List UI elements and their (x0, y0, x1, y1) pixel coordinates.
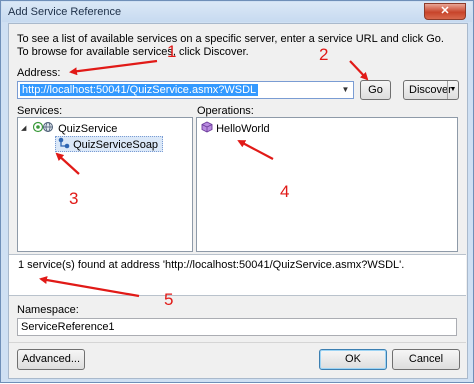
tree-item-label: QuizServiceSoap (73, 138, 159, 151)
title-bar: Add Service Reference ✕ (2, 2, 472, 22)
ok-button[interactable]: OK (319, 349, 387, 370)
namespace-input[interactable]: ServiceReference1 (17, 318, 457, 336)
tree-item-quizservice[interactable]: ◢ QuizService (21, 121, 117, 135)
discover-dropdown-chevron-icon[interactable]: ▼ (447, 81, 458, 99)
annotation-number-1: 1 (167, 42, 177, 61)
add-service-reference-window: Add Service Reference ✕ To see a list of… (0, 0, 474, 383)
status-pane: 1 service(s) found at address 'http://lo… (9, 254, 466, 296)
close-icon: ✕ (440, 5, 450, 17)
tree-item-label: QuizService (58, 122, 118, 135)
go-button[interactable]: Go (360, 80, 391, 100)
service-contract-icon (58, 137, 70, 153)
chevron-down-icon[interactable]: ▼ (339, 83, 352, 97)
tree-collapse-icon[interactable]: ◢ (21, 122, 30, 136)
operation-icon (201, 121, 213, 137)
annotation-number-4: 4 (280, 182, 290, 201)
services-tree[interactable]: ◢ QuizService QuizServiceSoap (17, 117, 193, 252)
address-label: Address: (17, 67, 61, 79)
address-input-value: http://localhost:50041/QuizService.asmx?… (20, 84, 259, 96)
cancel-button[interactable]: Cancel (392, 349, 460, 370)
address-combobox[interactable]: http://localhost:50041/QuizService.asmx?… (17, 81, 354, 99)
operation-item-helloworld[interactable]: HelloWorld (201, 121, 270, 135)
annotation-number-5: 5 (164, 290, 174, 309)
close-button[interactable]: ✕ (424, 3, 466, 20)
discover-button-label: Discover (409, 84, 452, 96)
status-text: 1 service(s) found at address 'http://lo… (18, 259, 405, 271)
tree-item-quizservicesoap[interactable]: QuizServiceSoap (55, 136, 164, 153)
window-title: Add Service Reference (8, 6, 122, 18)
web-service-icon (32, 121, 55, 137)
discover-button[interactable]: Discover ▼ (403, 80, 459, 100)
intro-text: To see a list of available services on a… (17, 33, 444, 58)
namespace-label: Namespace: (17, 304, 79, 316)
annotation-number-2: 2 (319, 45, 329, 64)
services-label: Services: (17, 105, 63, 117)
divider (9, 342, 466, 343)
operation-label: HelloWorld (216, 122, 270, 135)
operations-label: Operations: (197, 105, 254, 117)
operations-list[interactable]: HelloWorld (196, 117, 458, 252)
annotation-number-3: 3 (69, 189, 79, 208)
advanced-button[interactable]: Advanced... (17, 349, 85, 370)
